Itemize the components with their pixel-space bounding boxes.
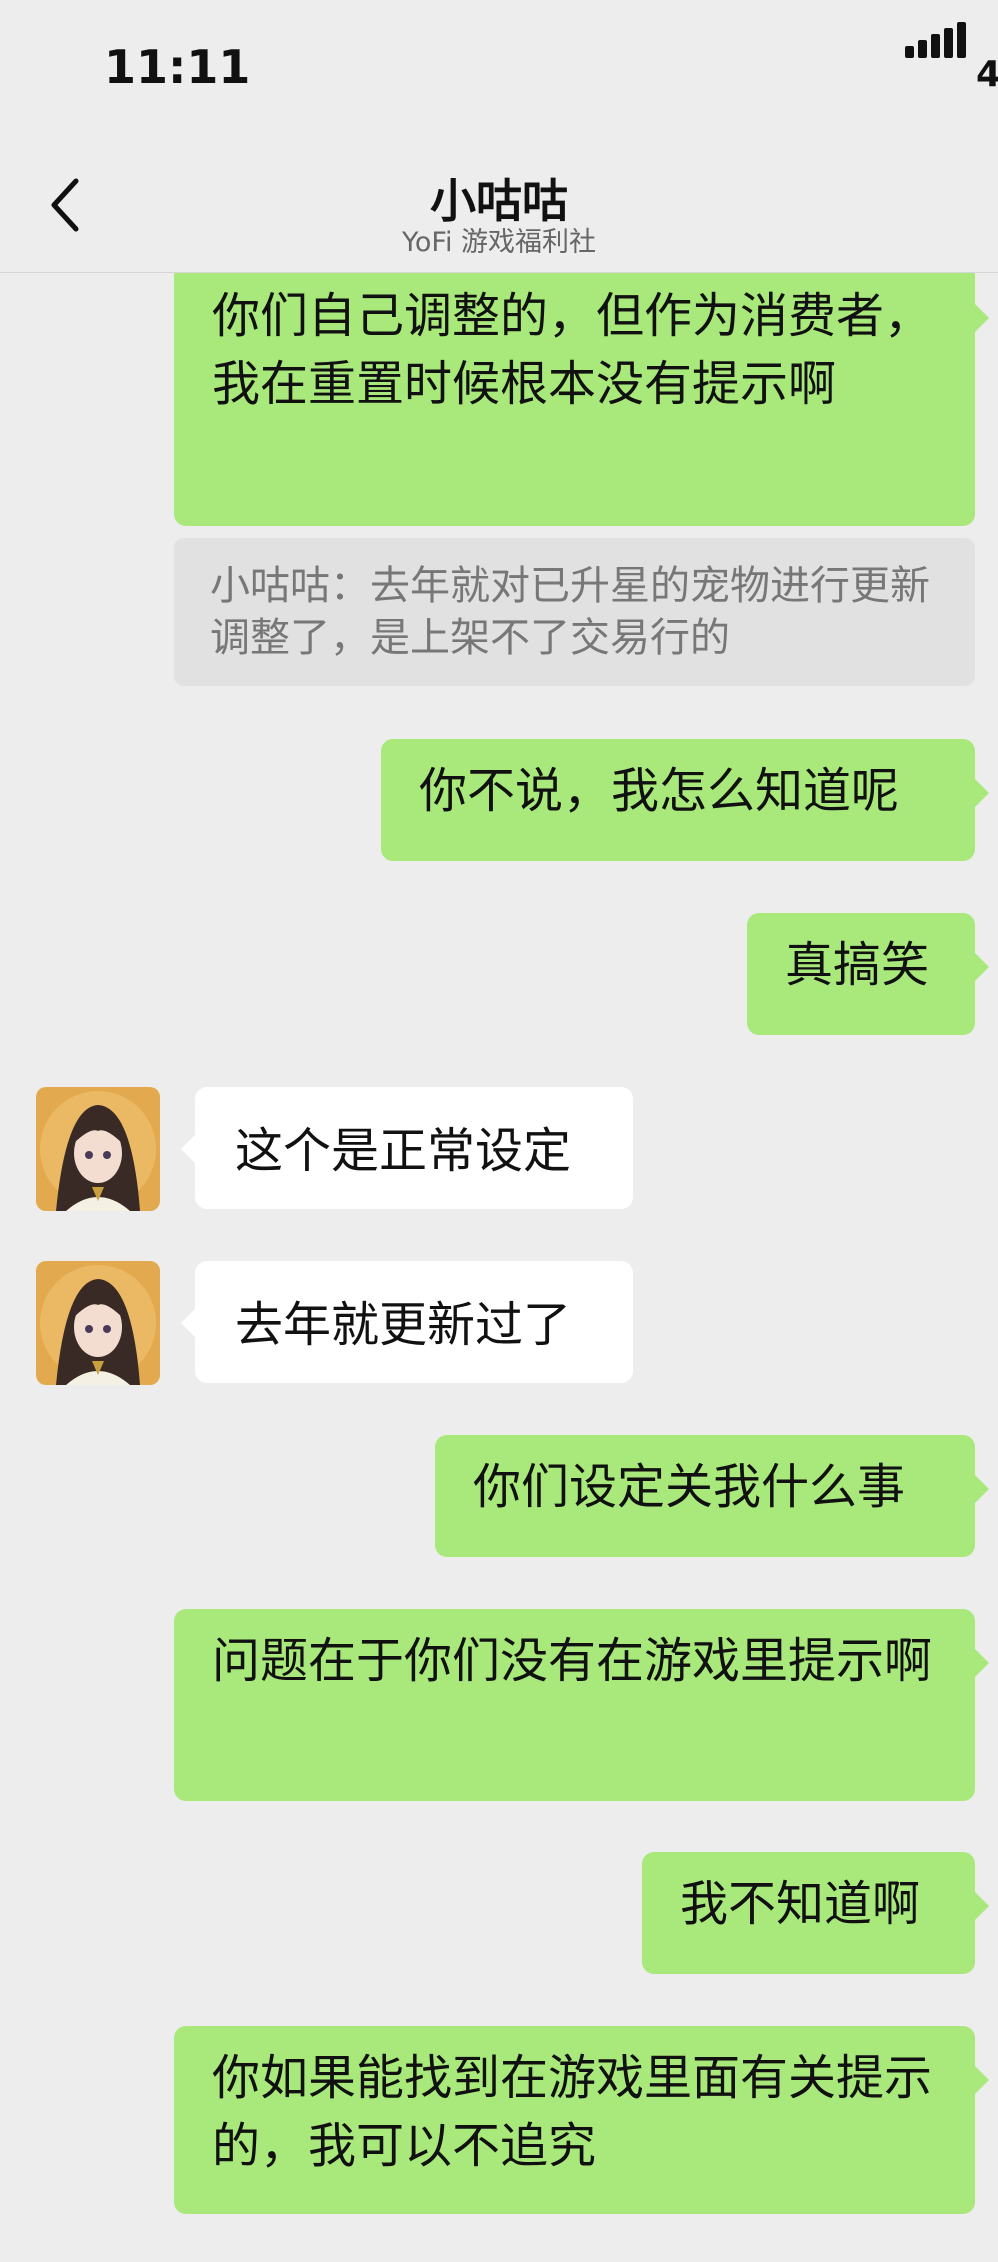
message-bubble-sent[interactable]: 我不知道啊 [642, 1852, 989, 1974]
message-text: 你如果能找到在游戏里面有关提示的，我可以不追究 [212, 2050, 933, 2174]
chat-subtitle: YoFi 游戏福利社 [401, 227, 597, 258]
chat-list[interactable]: 你们自己调整的，但作为消费者，我在重置时候根本没有提示啊 小咕咕：去年就对已升星… [0, 272, 998, 2262]
message-bubble-received[interactable]: 去年就更新过了 [181, 1261, 633, 1383]
status-bar: 11:11 4 [0, 0, 998, 150]
message-bubble-sent[interactable]: 真搞笑 [747, 913, 989, 1035]
quoted-text: 小咕咕：去年就对已升星的宠物进行更新调整了，是上架不了交易行的 [210, 563, 930, 661]
message-text: 真搞笑 [785, 937, 930, 993]
message-bubble-sent[interactable]: 问题在于你们没有在游戏里提示啊 [174, 1609, 989, 1801]
nav-bar: 小咕咕 YoFi 游戏福利社 [0, 150, 998, 273]
message-text: 你不说，我怎么知道呢 [419, 763, 900, 819]
avatar[interactable] [36, 1261, 160, 1385]
message-bubble-sent[interactable]: 你如果能找到在游戏里面有关提示的，我可以不追究 [174, 2026, 989, 2214]
message-bubble-sent[interactable]: 你们自己调整的，但作为消费者，我在重置时候根本没有提示啊 [174, 272, 989, 526]
message-text: 问题在于你们没有在游戏里提示啊 [212, 1633, 933, 1689]
message-bubble-sent[interactable]: 你们设定关我什么事 [435, 1435, 989, 1557]
network-label: 4 [976, 54, 998, 95]
avatar-image [36, 1087, 160, 1211]
message-text: 你们自己调整的，但作为消费者，我在重置时候根本没有提示啊 [212, 288, 933, 412]
status-time: 11:11 [104, 40, 251, 94]
avatar-image [36, 1261, 160, 1385]
message-text: 去年就更新过了 [235, 1297, 572, 1353]
message-text: 这个是正常设定 [235, 1123, 572, 1179]
avatar[interactable] [36, 1087, 160, 1211]
message-text: 你们设定关我什么事 [473, 1459, 906, 1515]
message-bubble-sent[interactable]: 你不说，我怎么知道呢 [381, 739, 989, 861]
message-bubble-received[interactable]: 这个是正常设定 [181, 1087, 633, 1209]
message-text: 我不知道啊 [680, 1876, 921, 1932]
quoted-message[interactable]: 小咕咕：去年就对已升星的宠物进行更新调整了，是上架不了交易行的 [174, 538, 975, 686]
